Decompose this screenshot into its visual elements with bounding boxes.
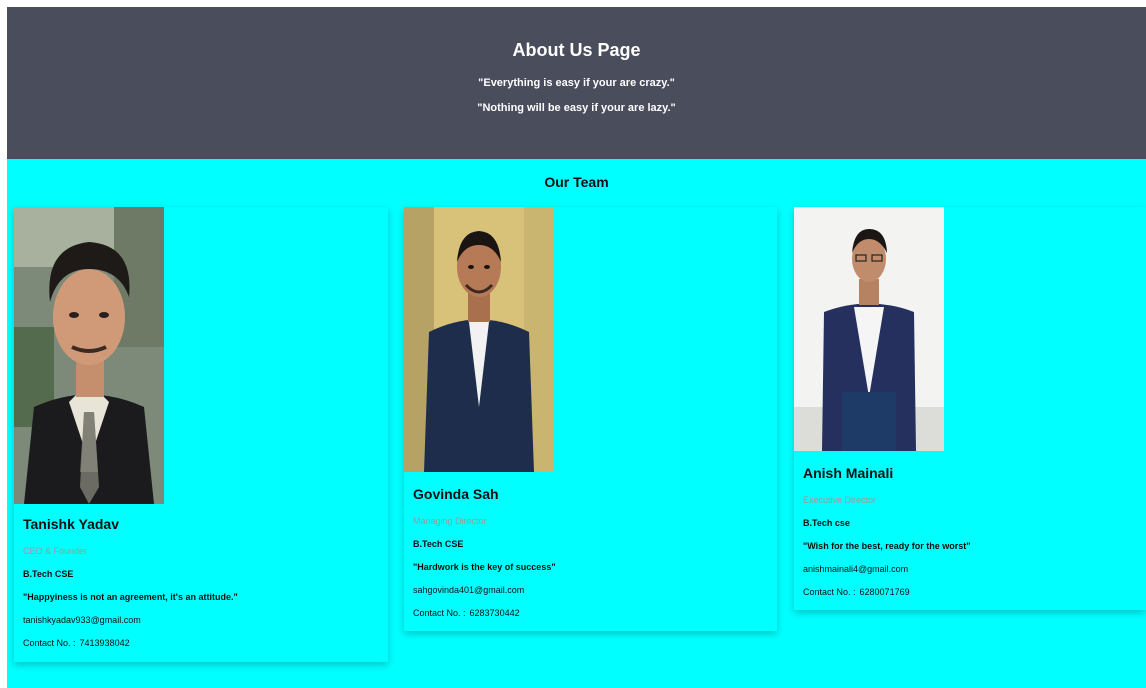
profile-photo bbox=[14, 207, 164, 504]
contact-label: Contact No. : bbox=[413, 608, 466, 618]
member-email: anishmainali4@gmail.com bbox=[803, 564, 909, 574]
member-degree: B.Tech CSE bbox=[413, 539, 464, 549]
member-contact: Contact No. :6280071769 bbox=[803, 587, 1138, 597]
team-heading: Our Team bbox=[544, 174, 609, 190]
member-role: Executive Director bbox=[803, 495, 877, 505]
team-card-govinda: Govinda Sah Managing Director B.Tech CSE… bbox=[404, 207, 777, 631]
team-card-anish: Anish Mainali Executive Director B.Tech … bbox=[794, 207, 1146, 610]
member-role: CEO & Founder bbox=[23, 546, 88, 556]
team-card-tanishk: Tanishk Yadav CEO & Founder B.Tech CSE "… bbox=[14, 207, 388, 662]
member-info: Govinda Sah Managing Director B.Tech CSE… bbox=[413, 486, 769, 618]
member-name: Anish Mainali bbox=[803, 465, 894, 481]
contact-number: 6283730442 bbox=[469, 608, 520, 618]
hero-quote-1: "Everything is easy if your are crazy." bbox=[478, 77, 675, 89]
member-name: Tanishk Yadav bbox=[23, 516, 119, 532]
member-quote: "Hardwork is the key of success" bbox=[413, 562, 556, 572]
profile-photo bbox=[404, 207, 554, 472]
member-name: Govinda Sah bbox=[413, 486, 499, 502]
contact-label: Contact No. : bbox=[23, 638, 76, 648]
member-quote: "Happyiness is not an agreement, it's an… bbox=[23, 592, 238, 602]
member-degree: B.Tech cse bbox=[803, 518, 850, 528]
member-info: Tanishk Yadav CEO & Founder B.Tech CSE "… bbox=[23, 516, 380, 648]
page-title: About Us Page bbox=[512, 40, 641, 60]
about-page: About Us Page "Everything is easy if you… bbox=[7, 7, 1146, 688]
member-quote: "Wish for the best, ready for the worst" bbox=[803, 541, 971, 551]
member-role: Managing Director bbox=[413, 516, 487, 526]
hero-quote-2: "Nothing will be easy if your are lazy." bbox=[477, 102, 676, 114]
member-contact: Contact No. :7413938042 bbox=[23, 638, 380, 648]
member-info: Anish Mainali Executive Director B.Tech … bbox=[803, 465, 1138, 597]
member-email: sahgovinda401@gmail.com bbox=[413, 585, 525, 595]
contact-number: 7413938042 bbox=[79, 638, 130, 648]
hero-banner: About Us Page "Everything is easy if you… bbox=[7, 7, 1146, 159]
member-contact: Contact No. :6283730442 bbox=[413, 608, 769, 618]
contact-label: Contact No. : bbox=[803, 587, 856, 597]
team-section: Our Team Tanishk Yadav CEO & Founder B.T… bbox=[7, 159, 1146, 688]
profile-photo bbox=[794, 207, 944, 451]
member-email: tanishkyadav933@gmail.com bbox=[23, 615, 141, 625]
member-degree: B.Tech CSE bbox=[23, 569, 74, 579]
contact-number: 6280071769 bbox=[859, 587, 910, 597]
